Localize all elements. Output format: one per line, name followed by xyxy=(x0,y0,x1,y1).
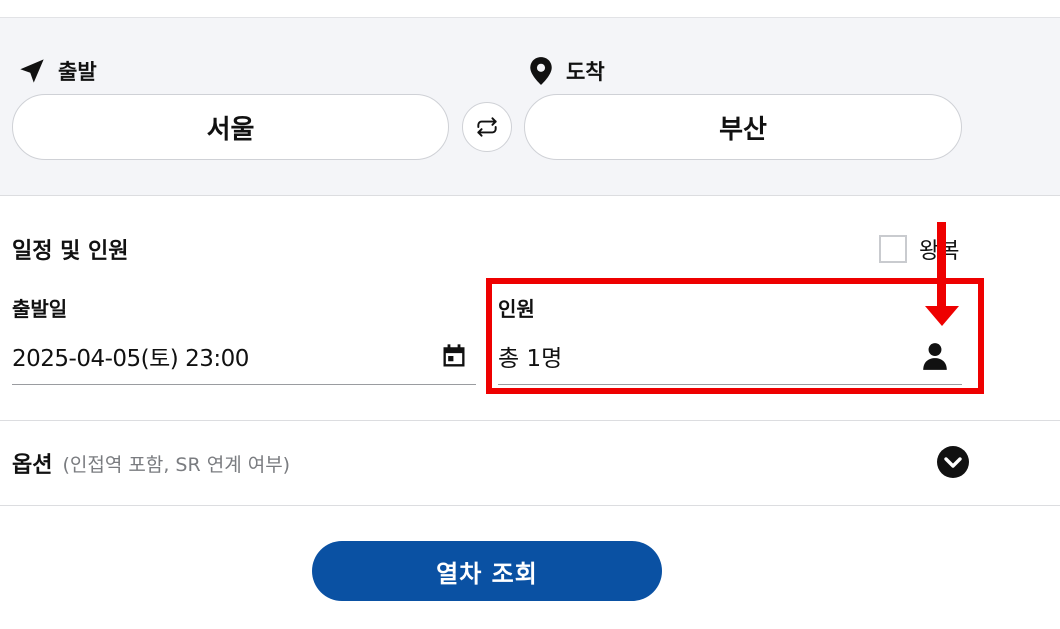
chevron-down-icon[interactable] xyxy=(937,446,969,478)
top-strip xyxy=(0,0,1060,18)
person-icon[interactable] xyxy=(922,341,948,371)
calendar-icon[interactable] xyxy=(440,342,468,370)
departure-label-text: 출발 xyxy=(58,60,97,84)
options-title: 옵션 xyxy=(12,453,53,478)
passenger-label: 인원 xyxy=(498,297,535,321)
divider xyxy=(0,505,1060,506)
paper-plane-icon xyxy=(20,59,44,83)
search-trains-button[interactable]: 열차 조회 xyxy=(312,541,662,601)
passenger-field[interactable]: 총 1명 xyxy=(498,328,962,385)
departure-date-field[interactable]: 2025-04-05(토) 23:00 xyxy=(12,328,476,385)
schedule-section-title: 일정 및 인원 xyxy=(12,239,129,264)
swap-icon xyxy=(477,117,497,137)
departure-station-button[interactable]: 서울 xyxy=(12,94,449,160)
options-row[interactable]: 옵션 (인접역 포함, SR 연계 여부) xyxy=(12,421,972,505)
roundtrip-checkbox[interactable] xyxy=(879,235,907,263)
location-pin-icon xyxy=(530,57,552,85)
departure-date-label: 출발일 xyxy=(12,297,68,321)
passenger-count-value: 총 1명 xyxy=(498,346,563,372)
options-subtitle: (인접역 포함, SR 연계 여부) xyxy=(62,453,291,476)
departure-date-value: 2025-04-05(토) 23:00 xyxy=(12,346,249,372)
annotation-arrow-head xyxy=(925,306,959,326)
annotation-arrow-shaft xyxy=(937,222,946,310)
arrival-label: 도착 xyxy=(528,56,605,86)
arrival-station-button[interactable]: 부산 xyxy=(524,94,962,160)
arrival-label-text: 도착 xyxy=(566,60,605,84)
swap-stations-button[interactable] xyxy=(462,102,512,152)
departure-label: 출발 xyxy=(18,56,97,86)
roundtrip-toggle[interactable]: 왕복 xyxy=(879,233,959,265)
route-panel: 출발 도착 서울 부산 xyxy=(0,18,1060,196)
